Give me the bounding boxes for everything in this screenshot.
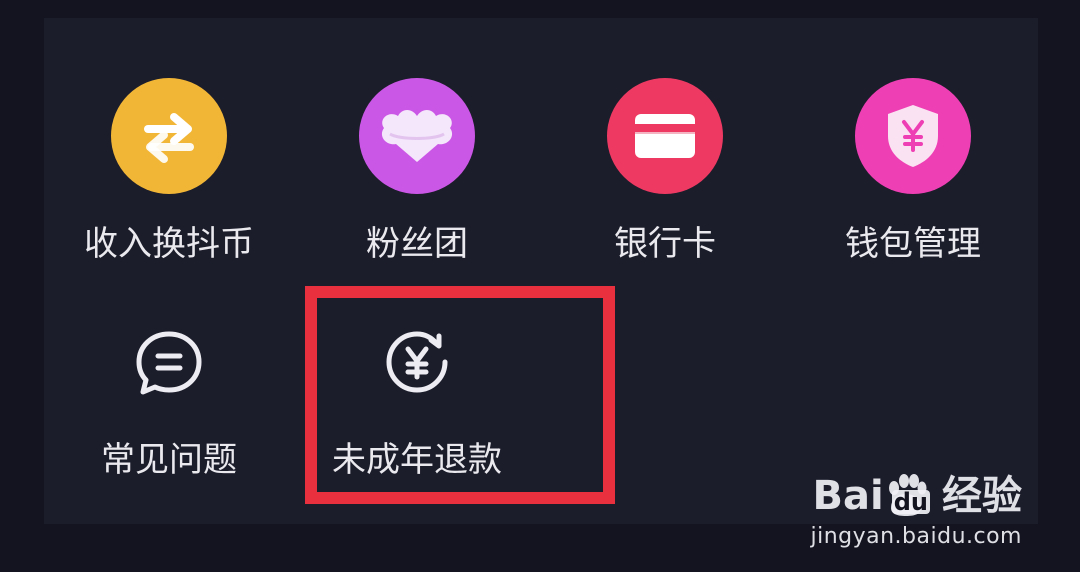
- menu-item-exchange-coins[interactable]: 收入换抖币: [54, 78, 284, 264]
- menu-item-faq[interactable]: 常见问题: [54, 322, 284, 480]
- baidu-jingyan-watermark: Bai du 经验 jingyan.baidu.com: [810, 474, 1022, 550]
- menu-item-label: 收入换抖币: [84, 224, 254, 264]
- chat-bubble-icon: [129, 322, 209, 402]
- menu-item-bank-card[interactable]: 银行卡: [550, 78, 780, 264]
- exchange-icon: [111, 78, 227, 194]
- watermark-url: jingyan.baidu.com: [810, 524, 1022, 549]
- watermark-brand-a: Bai: [812, 473, 884, 519]
- menu-item-label: 粉丝团: [366, 224, 468, 264]
- menu-item-wallet-management[interactable]: 钱包管理: [798, 78, 1028, 264]
- bank-card-icon: [607, 78, 723, 194]
- watermark-suffix: 经验: [942, 473, 1022, 519]
- highlight-box: [305, 286, 615, 504]
- cloud-heart-icon: [359, 78, 475, 194]
- menu-item-label: 钱包管理: [845, 224, 981, 264]
- menu-item-fan-club[interactable]: 粉丝团: [302, 78, 532, 264]
- menu-item-label: 常见问题: [101, 440, 237, 480]
- shield-yuan-icon: [855, 78, 971, 194]
- watermark-brand-b: du: [891, 488, 930, 516]
- menu-item-label: 银行卡: [614, 224, 716, 264]
